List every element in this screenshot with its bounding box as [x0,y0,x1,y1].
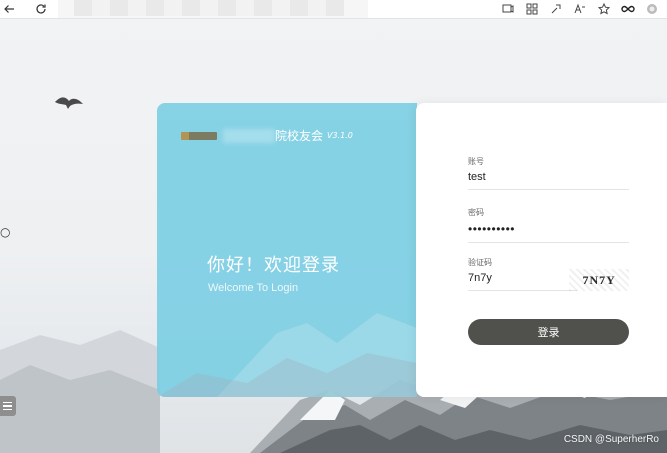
captcha-row: 7n7y 7N7Y [468,268,629,291]
captcha-label: 验证码 [468,258,492,267]
apps-icon[interactable] [525,2,539,16]
read-aloud-icon[interactable] [501,2,515,16]
account-field: 账号 test [468,156,629,190]
eagle-icon [55,97,83,109]
text-size-icon[interactable] [573,2,587,16]
password-field: 密码 •••••••••• [468,207,629,243]
login-form-panel: 账号 test 密码 •••••••••• 验证码 7n7y 7N7Y 登录 [416,103,667,397]
captcha-input[interactable]: 7n7y [468,272,578,291]
back-icon[interactable] [0,0,18,18]
captcha-image[interactable]: 7N7Y [569,269,629,291]
brand-name-redacted [223,128,275,143]
account-label: 账号 [468,157,484,166]
password-label: 密码 [468,208,484,217]
welcome-heading: 你好！欢迎登录 [207,255,340,276]
version-label: V3.1.0 [327,131,353,140]
captcha-field: 验证码 7n7y 7N7Y [468,257,629,291]
profile-icon[interactable] [645,2,659,16]
extensions-icon[interactable] [549,2,563,16]
welcome-subheading: Welcome To Login [208,282,299,294]
infinity-icon[interactable] [621,2,635,16]
account-input[interactable]: test [468,171,629,190]
brand-title: 院校友会 [275,129,324,143]
school-logo [181,131,217,140]
edge-glyph: ○ [0,225,11,239]
brand: 院校友会 V3.1.0 [181,127,353,144]
password-input[interactable]: •••••••••• [468,222,629,243]
address-text-redacted [74,0,344,16]
welcome-panel: 院校友会 V3.1.0 你好！欢迎登录 Welcome To Login [157,103,417,397]
toolbar-actions [501,0,659,18]
refresh-icon[interactable] [32,0,50,18]
browser-toolbar [0,0,667,18]
watermark: CSDN @SuperherRo [563,434,659,445]
menu-icon[interactable] [0,396,16,416]
favorite-icon[interactable] [597,2,611,16]
login-page: ○ 院校友会 V3.1.0 你好！欢迎登录 Welcome To Login 账… [0,0,667,453]
login-button[interactable]: 登录 [468,319,629,345]
